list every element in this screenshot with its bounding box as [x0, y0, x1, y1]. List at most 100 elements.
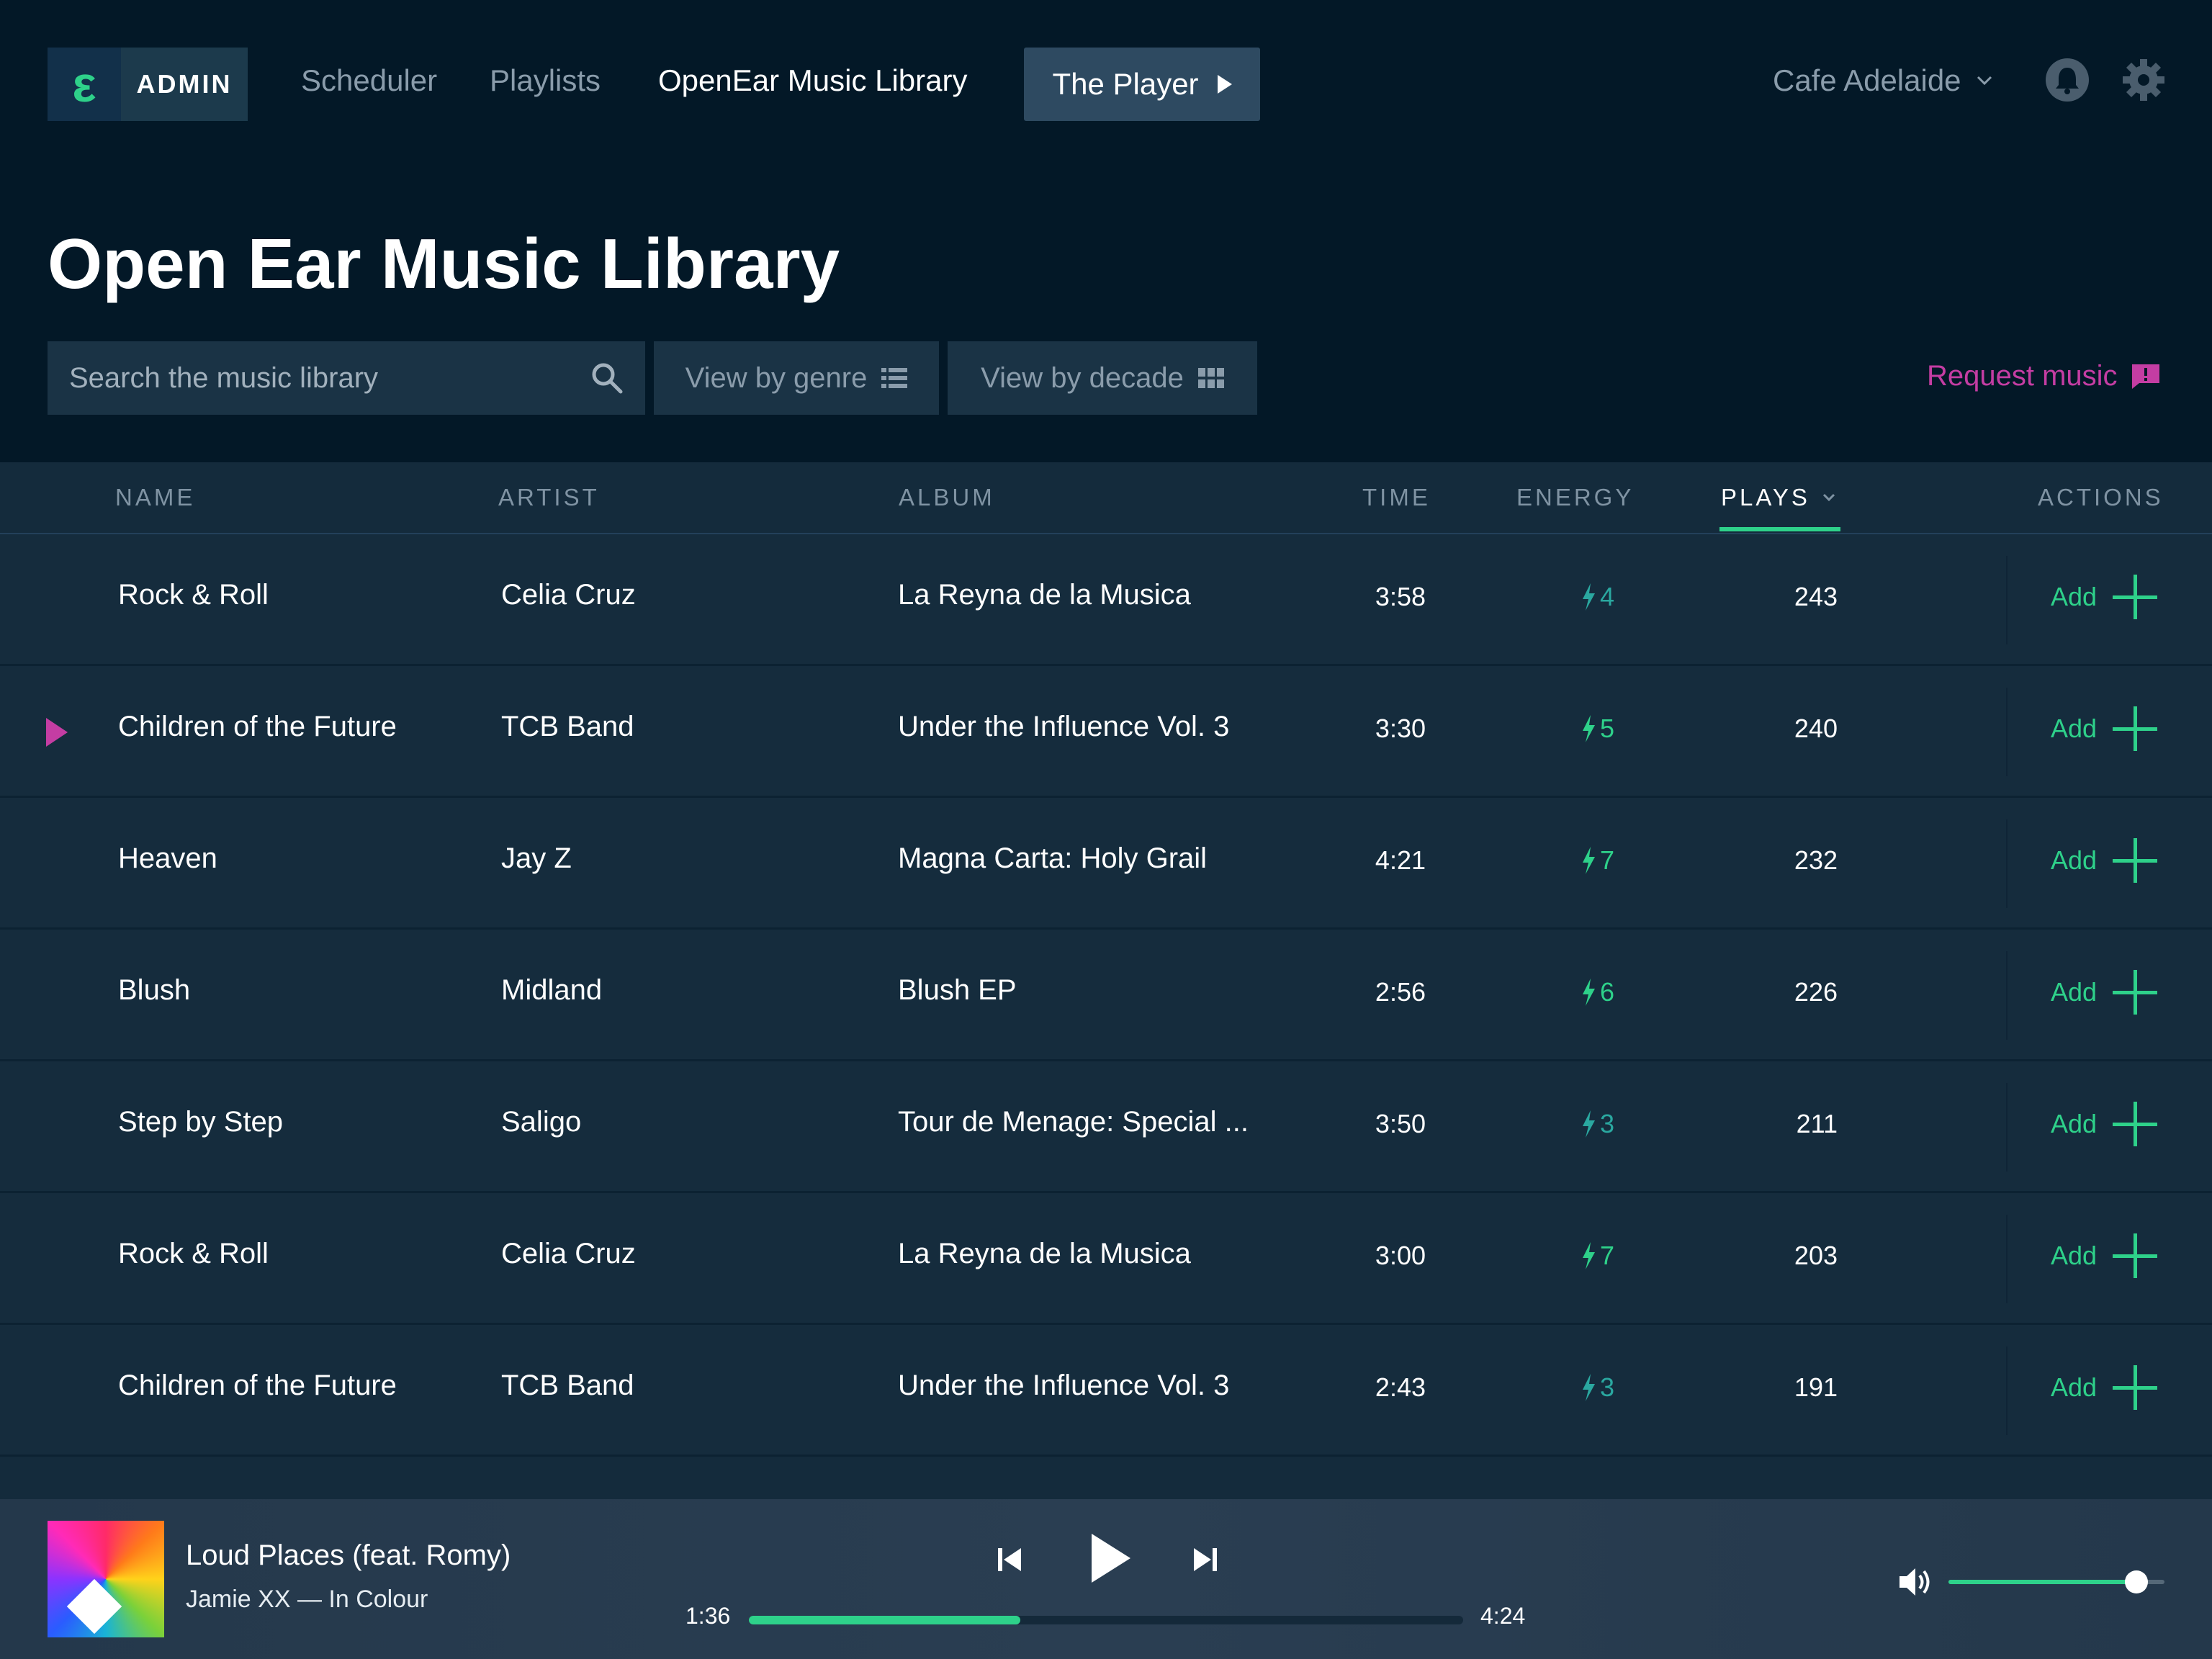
- track-plays: 240: [1794, 714, 1838, 743]
- energy-bolt-icon: [1583, 979, 1595, 1006]
- actions-divider: [2006, 1083, 2008, 1172]
- track-album: Magna Carta: Holy Grail: [898, 842, 1208, 874]
- track-artist: Celia Cruz: [501, 579, 636, 611]
- column-header-actions: ACTIONS: [2038, 484, 2164, 511]
- total-time: 4:24: [1480, 1603, 1526, 1629]
- track-energy: 3: [1581, 1372, 1660, 1403]
- track-energy: 3: [1581, 1109, 1660, 1139]
- table-row[interactable]: Children of the Future TCB Band Under the …: [0, 1325, 2212, 1457]
- energy-bolt-icon: [1583, 715, 1595, 742]
- energy-value: 6: [1600, 977, 1615, 1007]
- energy-value: 3: [1600, 1109, 1615, 1138]
- column-header-plays[interactable]: PLAYS: [1721, 484, 1810, 511]
- add-label: Add: [2051, 714, 2098, 743]
- actions-divider: [2006, 1346, 2008, 1435]
- track-energy: 4: [1581, 582, 1660, 612]
- page-title: Open Ear Music Library: [48, 224, 840, 303]
- add-label: Add: [2051, 1109, 2098, 1138]
- venue-name: Cafe Adelaide: [1773, 63, 1961, 97]
- list-icon: [881, 368, 908, 388]
- energy-value: 5: [1600, 714, 1615, 743]
- add-track-button[interactable]: Add: [2051, 1365, 2158, 1410]
- add-track-button[interactable]: Add: [2051, 706, 2158, 751]
- sort-chevron-icon[interactable]: [1822, 493, 1836, 503]
- volume-slider[interactable]: [1948, 1570, 2164, 1593]
- energy-bolt-icon: [1583, 1374, 1595, 1401]
- nav-link-music-library[interactable]: OpenEar Music Library: [658, 63, 968, 98]
- actions-divider: [2006, 819, 2008, 908]
- add-track-button[interactable]: Add: [2051, 575, 2158, 619]
- track-album: La Reyna de la Musica: [898, 1238, 1191, 1269]
- track-album: Under the Influence Vol. 3: [898, 711, 1230, 742]
- track-plays: 232: [1794, 845, 1838, 875]
- track-energy: 7: [1581, 1241, 1660, 1271]
- openear-logo-icon: ε: [48, 48, 121, 121]
- track-plays: 243: [1794, 582, 1838, 611]
- column-header-album[interactable]: ALBUM: [899, 484, 995, 511]
- energy-value: 3: [1600, 1372, 1615, 1402]
- plus-icon: [2113, 970, 2158, 1015]
- venue-selector[interactable]: Cafe Adelaide: [1773, 63, 1993, 98]
- add-label: Add: [2051, 582, 2098, 611]
- track-energy: 7: [1581, 845, 1660, 876]
- table-row[interactable]: Step by Step Saligo Tour de Menage: Specia…: [0, 1061, 2212, 1193]
- track-artist: Saligo: [501, 1106, 582, 1138]
- volume-icon[interactable]: [1898, 1565, 1933, 1599]
- add-track-button[interactable]: Add: [2051, 1233, 2158, 1278]
- gear-icon[interactable]: [2121, 58, 2166, 102]
- column-header-time[interactable]: TIME: [1362, 484, 1431, 511]
- track-time: 3:00: [1375, 1241, 1426, 1270]
- table-row[interactable]: Children of the Future TCB Band Under the …: [0, 666, 2212, 798]
- table-header: NAME ARTIST ALBUM TIME ENERGY PLAYS ACTI…: [0, 462, 2212, 534]
- top-navigation: ε ADMIN Scheduler Playlists OpenEar Musi…: [0, 0, 2212, 166]
- chevron-down-icon: [1977, 76, 1992, 86]
- column-header-artist[interactable]: ARTIST: [498, 484, 600, 511]
- search-icon[interactable]: [590, 361, 624, 395]
- track-name: Blush: [118, 974, 191, 1006]
- energy-value: 7: [1600, 1241, 1615, 1270]
- table-row[interactable]: Rock & Roll Celia Cruz La Reyna de la Musi…: [0, 1193, 2212, 1325]
- volume-knob[interactable]: [2125, 1570, 2148, 1593]
- nav-link-scheduler[interactable]: Scheduler: [301, 63, 437, 98]
- energy-bolt-icon: [1583, 1110, 1595, 1138]
- music-table: NAME ARTIST ALBUM TIME ENERGY PLAYS ACTI…: [0, 462, 2212, 1499]
- add-track-button[interactable]: Add: [2051, 1102, 2158, 1146]
- view-by-genre-label: View by genre: [685, 361, 868, 394]
- album-art-diamond: [66, 1578, 122, 1635]
- table-body: Rock & Roll Celia Cruz La Reyna de la Musi…: [0, 534, 2212, 1457]
- play-icon[interactable]: [1089, 1532, 1132, 1584]
- column-header-energy[interactable]: ENERGY: [1516, 484, 1634, 511]
- track-album: Blush EP: [898, 974, 1017, 1006]
- actions-divider: [2006, 556, 2008, 644]
- track-time: 3:50: [1375, 1109, 1426, 1138]
- bell-icon[interactable]: [2045, 58, 2090, 102]
- progress-bar[interactable]: [749, 1616, 1463, 1624]
- album-art[interactable]: [48, 1521, 164, 1637]
- admin-logo-button[interactable]: ε ADMIN: [48, 48, 248, 121]
- track-album: La Reyna de la Musica: [898, 579, 1191, 611]
- elapsed-time: 1:36: [685, 1603, 731, 1629]
- add-track-button[interactable]: Add: [2051, 970, 2158, 1015]
- request-music-link[interactable]: Request music: [1927, 360, 2159, 392]
- view-by-genre-button[interactable]: View by genre: [654, 341, 939, 415]
- add-track-button[interactable]: Add: [2051, 838, 2158, 883]
- track-time: 3:58: [1375, 582, 1426, 611]
- track-name: Rock & Roll: [118, 579, 269, 611]
- view-by-decade-button[interactable]: View by decade: [948, 341, 1257, 415]
- plus-icon: [2113, 1102, 2158, 1146]
- now-playing-indicator-icon[interactable]: [46, 718, 68, 747]
- previous-track-icon[interactable]: [998, 1545, 1022, 1574]
- next-track-icon[interactable]: [1192, 1545, 1217, 1574]
- track-energy: 5: [1581, 714, 1660, 744]
- table-row[interactable]: Blush Midland Blush EP 2:56 6 226 Add: [0, 930, 2212, 1061]
- table-row[interactable]: Heaven Jay Z Magna Carta: Holy Grail 4:21 7 2…: [0, 798, 2212, 930]
- table-row[interactable]: Rock & Roll Celia Cruz La Reyna de la Musi…: [0, 534, 2212, 666]
- search-input[interactable]: [69, 361, 590, 395]
- track-artist: Celia Cruz: [501, 1238, 636, 1269]
- nav-link-playlists[interactable]: Playlists: [490, 63, 601, 98]
- track-name: Children of the Future: [118, 1370, 397, 1401]
- add-label: Add: [2051, 1372, 2098, 1402]
- the-player-button[interactable]: The Player: [1024, 48, 1260, 121]
- column-header-name[interactable]: NAME: [115, 484, 195, 511]
- now-playing-artist-album: Jamie XX — In Colour: [186, 1586, 428, 1613]
